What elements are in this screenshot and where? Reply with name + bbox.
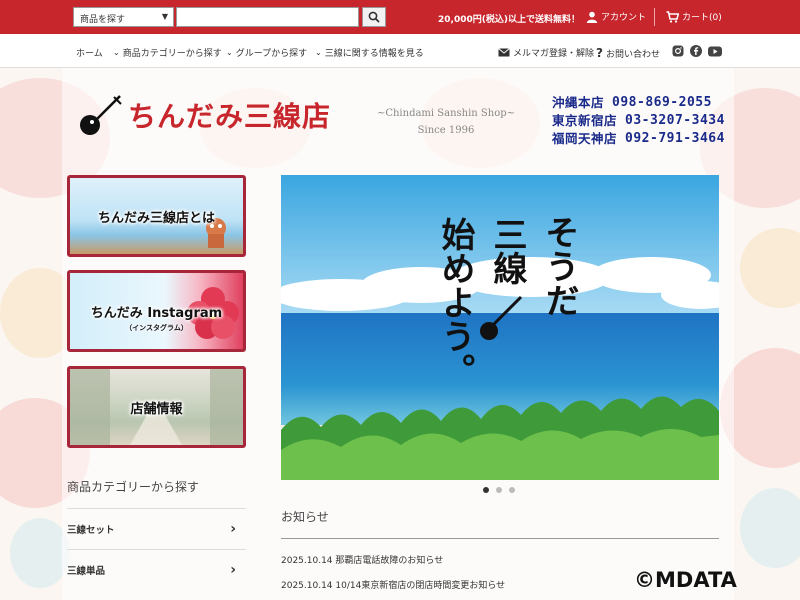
slider-dots: [483, 487, 515, 493]
chevron-right-icon: ›: [230, 562, 236, 578]
news-divider: [281, 538, 719, 539]
tagline: ~Chindami Sanshin Shop~ Since 1996: [366, 105, 526, 139]
news-item[interactable]: 2025.10.14 那覇店電話故障のお知らせ: [281, 553, 443, 566]
news-section-title: お知らせ: [281, 510, 329, 524]
chevron-down-icon: ⌄: [226, 48, 233, 57]
category-item-label: 三線セット: [67, 525, 115, 536]
search-category-select[interactable]: 商品を探す ▼: [73, 7, 174, 27]
phone-number[interactable]: 098-869-2055: [612, 94, 712, 112]
search-category-label: 商品を探す: [80, 15, 126, 25]
phone-number[interactable]: 03-3207-3434: [625, 112, 725, 130]
store-phone-row: 東京新宿店 03-3207-3434: [552, 112, 725, 130]
chevron-down-icon: ⌄: [113, 48, 120, 57]
nav-groups-label: グループから探す: [235, 49, 308, 59]
phone-number[interactable]: 092-791-3464: [625, 130, 725, 148]
cart-link[interactable]: カート(0): [666, 10, 722, 23]
nav-categories[interactable]: ⌄ 商品カテゴリーから探す: [113, 46, 222, 59]
account-label: アカウント: [601, 13, 647, 23]
nav-categories-label: 商品カテゴリーから探す: [122, 49, 222, 59]
site-logo[interactable]: ちんだみ三線店: [78, 92, 331, 138]
hero-caption-line: そうだ: [539, 215, 579, 317]
hero-slider[interactable]: そうだ 三線 始めよう。: [281, 175, 719, 480]
newsletter-link[interactable]: メルマガ登録・解除: [498, 46, 594, 59]
nav-sanshin-info[interactable]: ⌄ 三線に関する情報を見る: [315, 46, 424, 59]
banner-about-label: ちんだみ三線店とは: [97, 210, 215, 226]
store-name: 福岡天神店: [552, 131, 618, 146]
social-links: [672, 45, 722, 57]
banner-instagram-sub: （インスタグラム）: [125, 324, 188, 332]
chevron-down-icon: ▼: [161, 12, 168, 21]
banner-store-info-label: 店舗情報: [130, 401, 183, 417]
banner-about[interactable]: ちんだみ三線店とは: [67, 175, 246, 257]
tagline-shop-name: ~Chindami Sanshin Shop~: [376, 108, 516, 119]
hero-caption-line: 三線: [487, 217, 527, 285]
search-button[interactable]: [362, 7, 386, 27]
question-icon: ?: [596, 46, 603, 60]
store-phone-list: 沖縄本店 098-869-2055 東京新宿店 03-3207-3434 福岡天…: [552, 94, 725, 148]
slider-dot[interactable]: [483, 487, 489, 493]
chevron-right-icon: ›: [230, 521, 236, 537]
contact-label: お問い合わせ: [605, 49, 660, 60]
category-section-title: 商品カテゴリーから探す: [67, 480, 200, 494]
divider: [654, 8, 655, 26]
banner-instagram-label: ちんだみ Instagram: [90, 305, 223, 321]
main-nav: ホーム ⌄ 商品カテゴリーから探す ⌄ グループから探す ⌄ 三線に関する情報を…: [0, 34, 800, 68]
category-item-set[interactable]: 三線セット ›: [67, 508, 246, 549]
hero-caption-line: 始めよう。: [435, 217, 475, 387]
logo-text: ちんだみ三線店: [128, 100, 332, 133]
instagram-icon[interactable]: [672, 45, 684, 57]
store-phone-row: 沖縄本店 098-869-2055: [552, 94, 725, 112]
sanshin-logo-icon: [80, 95, 122, 135]
slider-dot[interactable]: [496, 487, 502, 493]
newsletter-label: メルマガ登録・解除: [513, 49, 595, 59]
nav-home-label: ホーム: [76, 49, 103, 59]
hero-caption: そうだ 三線 始めよう。: [431, 215, 581, 445]
mail-icon: [498, 48, 510, 57]
category-item-single[interactable]: 三線単品 ›: [67, 549, 246, 590]
nav-sanshin-info-label: 三線に関する情報を見る: [324, 49, 424, 59]
top-bar: 商品を探す ▼ 20,000円(税込)以上で送料無料！ アカウント カート(0): [0, 0, 800, 34]
banner-instagram[interactable]: ちんだみ Instagram （インスタグラム）: [67, 270, 246, 352]
contact-link[interactable]: ? お問い合わせ: [596, 46, 660, 60]
copyright-watermark: ©MDATA: [634, 568, 737, 592]
category-item-label: 三線単品: [67, 566, 106, 577]
search-icon: [368, 11, 380, 23]
banner-store-info[interactable]: 店舗情報: [67, 366, 246, 448]
nav-groups[interactable]: ⌄ グループから探す: [226, 46, 307, 59]
facebook-icon[interactable]: [690, 45, 702, 57]
chevron-down-icon: ⌄: [315, 48, 322, 57]
news-item[interactable]: 2025.10.14 10/14東京新宿店の閉店時間変更お知らせ: [281, 578, 505, 591]
search-input[interactable]: [176, 7, 359, 27]
free-shipping-notice: 20,000円(税込)以上で送料無料！: [438, 15, 580, 25]
cart-label: カート(0): [682, 13, 722, 23]
youtube-icon[interactable]: [708, 46, 722, 57]
user-icon: [586, 11, 598, 23]
store-name: 東京新宿店: [552, 113, 618, 128]
slider-dot[interactable]: [509, 487, 515, 493]
store-phone-row: 福岡天神店 092-791-3464: [552, 130, 725, 148]
store-name: 沖縄本店: [552, 95, 605, 110]
tagline-since: Since 1996: [417, 125, 475, 136]
account-link[interactable]: アカウント: [586, 10, 646, 23]
nav-home[interactable]: ホーム: [76, 46, 103, 59]
cart-icon: [666, 10, 679, 23]
